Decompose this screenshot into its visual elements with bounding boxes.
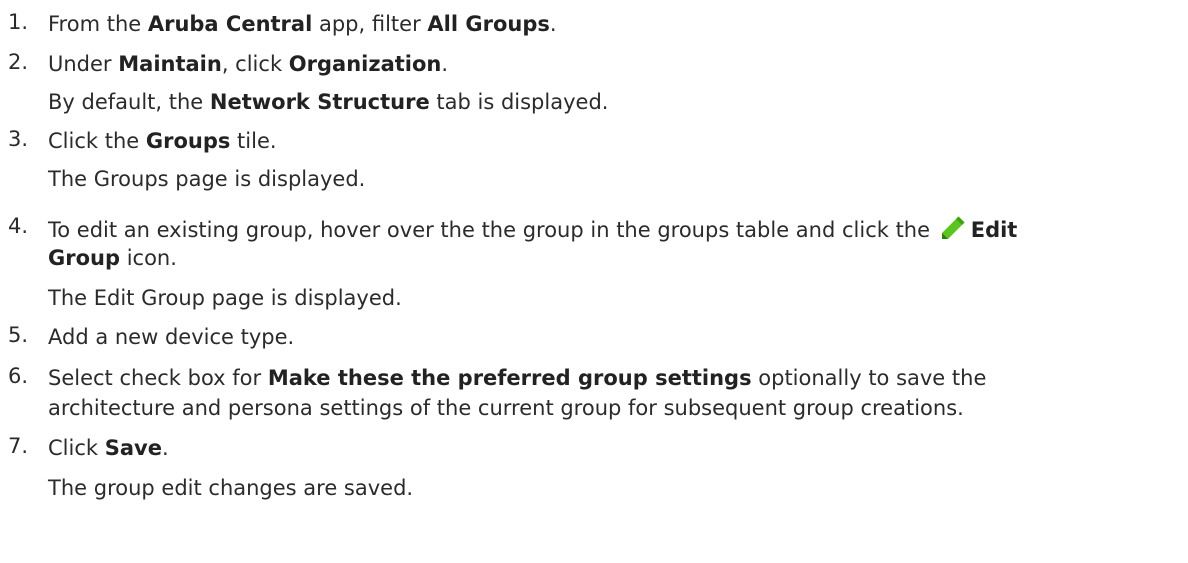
text: Add a new device type. [48,325,295,349]
tile-name: Groups [145,129,231,153]
text: architecture and persona settings of the… [48,396,964,420]
app-name: Aruba Central [147,12,313,36]
step-line: Under Maintain, click Organization. [48,50,448,78]
text: . [161,436,169,460]
step-line: Add a new device type. [48,323,294,351]
step-result: By default, the Network Structure tab is… [48,88,608,116]
menu-name: Maintain [118,52,222,76]
step-result: The Groups page is displayed. [48,165,365,193]
text: . [549,12,557,36]
filter-name: All Groups [427,12,550,36]
step-number: 4. [8,214,29,238]
step-number: 5. [8,323,29,347]
step-line: To edit an existing group, hover over th… [48,214,1017,244]
step-line: Group icon. [48,244,177,272]
text: icon. [120,246,177,270]
text: . [441,52,449,76]
step-result: The group edit changes are saved. [48,474,413,502]
text: tab is displayed. [429,90,609,114]
icon-name: Edit [970,218,1018,242]
text: optionally to save the [751,366,987,390]
step-number: 6. [8,364,29,388]
icon-name: Group [48,246,121,270]
text: , click [221,52,289,76]
text: Click [48,436,105,460]
checkbox-name: Make these the preferred group settings [267,366,752,390]
step-line: From the Aruba Central app, filter All G… [48,10,557,38]
text: From the [48,12,148,36]
step-line: architecture and persona settings of the… [48,394,964,422]
step-number: 1. [8,10,29,34]
button-name: Save [104,436,162,460]
step-number: 2. [8,50,29,74]
text: The Groups page is displayed. [48,167,366,191]
text: tile. [230,129,277,153]
step-number: 3. [8,127,29,151]
text: Select check box for [48,366,268,390]
text: The group edit changes are saved. [48,476,414,500]
text: Under [48,52,119,76]
text: app, filter [312,12,428,36]
text: To edit an existing group, hover over th… [48,218,937,242]
step-line: Click Save. [48,434,169,462]
step-result: The Edit Group page is displayed. [48,284,402,312]
pencil-edit-icon [939,214,967,242]
step-number: 7. [8,434,29,458]
text: Click the [48,129,146,153]
tab-name: Network Structure [209,90,430,114]
text: The Edit Group page is displayed. [48,286,402,310]
menu-item-name: Organization [288,52,442,76]
step-line: Select check box for Make these the pref… [48,364,986,392]
text: By default, the [48,90,210,114]
step-line: Click the Groups tile. [48,127,277,155]
